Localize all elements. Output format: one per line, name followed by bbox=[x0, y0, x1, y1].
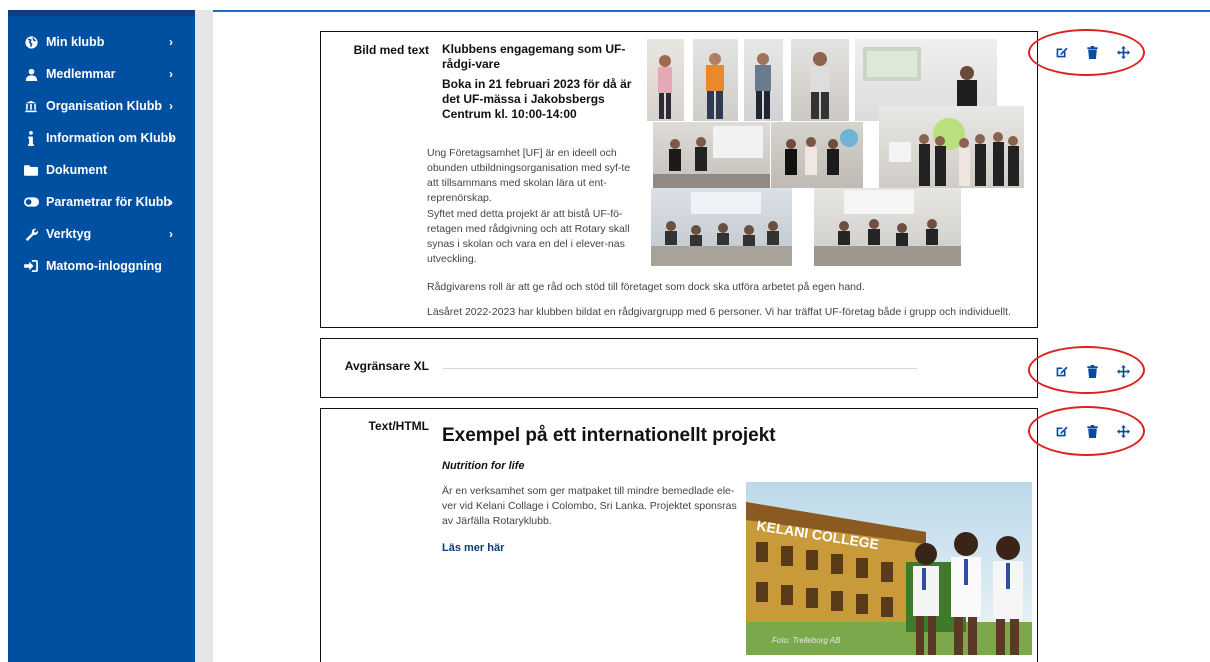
sidebar-item-label: Parametrar för Klubb bbox=[46, 195, 172, 209]
sidebar-item-label: Dokument bbox=[46, 163, 108, 177]
sidebar-item-medlemmar[interactable]: Medlemmar › bbox=[8, 58, 195, 90]
trash-icon[interactable] bbox=[1085, 424, 1099, 438]
sidebar-item-verktyg[interactable]: Verktyg › bbox=[8, 218, 195, 250]
block-heading: Exempel på ett internationellt projekt bbox=[442, 425, 776, 446]
block-paragraph: Läsåret 2022-2023 har klubben bildat en … bbox=[427, 306, 1011, 318]
divider-line bbox=[443, 368, 917, 369]
info-icon bbox=[22, 130, 40, 146]
sign-in-icon bbox=[22, 260, 40, 272]
sidebar: Min klubb › Medlemmar › Organisation Klu… bbox=[8, 10, 195, 662]
move-icon[interactable] bbox=[1116, 364, 1130, 378]
header-line bbox=[213, 10, 1210, 12]
collage-photo bbox=[771, 122, 863, 188]
collage-photo bbox=[744, 39, 783, 121]
photo-credit: Foto: Trelleborg AB bbox=[772, 636, 841, 645]
institution-icon bbox=[22, 100, 40, 113]
sidebar-item-information-om-klubb[interactable]: Information om Klubb › bbox=[8, 122, 195, 154]
chevron-right-icon: › bbox=[169, 99, 173, 113]
content-block-text-html: Text/HTML Exempel på ett internationellt… bbox=[320, 408, 1038, 662]
sidebar-item-matomo-inloggning[interactable]: Matomo-inloggning bbox=[8, 250, 195, 282]
collage-photo bbox=[653, 122, 770, 188]
chevron-right-icon: › bbox=[169, 67, 173, 81]
chevron-right-icon: › bbox=[169, 195, 173, 209]
block-paragraph: Är en verksamhet som ger matpaket till m… bbox=[442, 485, 737, 527]
sidebar-item-label: Min klubb bbox=[46, 35, 105, 49]
sidebar-item-parametrar-for-klubb[interactable]: Parametrar för Klubb › bbox=[8, 186, 195, 218]
collage-photo bbox=[651, 188, 792, 266]
block-paragraph: Syftet med detta projekt är att bistå UF… bbox=[427, 208, 630, 265]
edit-icon[interactable] bbox=[1054, 45, 1068, 59]
sidebar-item-label: Information om Klubb bbox=[46, 131, 176, 145]
move-icon[interactable] bbox=[1116, 45, 1130, 59]
edit-icon[interactable] bbox=[1054, 364, 1068, 378]
collage-photo bbox=[879, 106, 1024, 188]
block-type-label: Bild med text bbox=[353, 43, 429, 57]
move-icon[interactable] bbox=[1116, 424, 1130, 438]
block-paragraph: Ung Företagsamhet [UF] är en ideell och … bbox=[427, 147, 631, 204]
sidebar-item-label: Medlemmar bbox=[46, 67, 116, 81]
wrench-icon bbox=[22, 227, 40, 241]
block-type-label: Text/HTML bbox=[368, 419, 429, 433]
chevron-right-icon: › bbox=[169, 35, 173, 49]
block-subheading: Nutrition for life bbox=[442, 460, 525, 472]
content-block-divider: Avgränsare XL bbox=[320, 338, 1038, 398]
block-title: Klubbens engagemang som UF-rådgi-vare bbox=[442, 42, 626, 71]
trash-icon[interactable] bbox=[1085, 364, 1099, 378]
sidebar-item-label: Verktyg bbox=[46, 227, 92, 241]
sidebar-item-dokument[interactable]: Dokument bbox=[8, 154, 195, 186]
trash-icon[interactable] bbox=[1085, 45, 1099, 59]
sidebar-gutter bbox=[195, 10, 213, 662]
content-block-image-text: Bild med text Klubbens engagemang som UF… bbox=[320, 31, 1038, 328]
collage-photo bbox=[647, 39, 684, 121]
sidebar-item-organisation-klubb[interactable]: Organisation Klubb › bbox=[8, 90, 195, 122]
user-icon bbox=[22, 68, 40, 81]
collage-photo bbox=[791, 39, 849, 121]
toggle-icon bbox=[22, 197, 40, 207]
block-type-label: Avgränsare XL bbox=[344, 359, 429, 373]
block-actions bbox=[1054, 424, 1130, 438]
chevron-right-icon: › bbox=[169, 227, 173, 241]
edit-icon[interactable] bbox=[1054, 424, 1068, 438]
chevron-right-icon: › bbox=[169, 131, 173, 145]
block-actions bbox=[1054, 45, 1130, 59]
read-more-link[interactable]: Läs mer här bbox=[442, 542, 504, 554]
collage-photo bbox=[693, 39, 738, 121]
sidebar-item-min-klubb[interactable]: Min klubb › bbox=[8, 26, 195, 58]
collage-photo bbox=[814, 188, 961, 266]
kelani-college-photo: KELANI COLLEGE Foto: Trelleborg AB bbox=[746, 482, 1032, 655]
block-actions bbox=[1054, 364, 1130, 378]
folder-icon bbox=[22, 164, 40, 176]
block-subtitle: Boka in 21 februari 2023 för då är det U… bbox=[442, 77, 632, 121]
sidebar-item-label: Organisation Klubb bbox=[46, 99, 162, 113]
globe-icon bbox=[22, 35, 40, 49]
sidebar-nav: Min klubb › Medlemmar › Organisation Klu… bbox=[8, 16, 195, 282]
sidebar-item-label: Matomo-inloggning bbox=[46, 259, 162, 273]
block-paragraph: Rådgivarens roll är att ge råd och stöd … bbox=[427, 281, 865, 293]
